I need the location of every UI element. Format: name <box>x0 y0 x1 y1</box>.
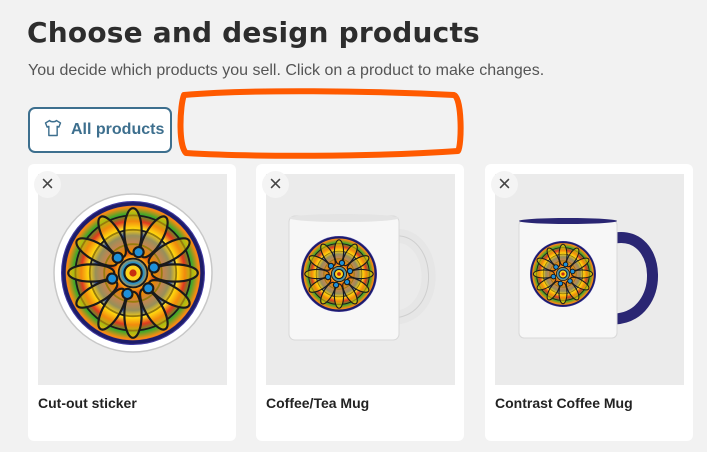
product-card[interactable]: Contrast Coffee Mug <box>485 164 693 441</box>
all-products-label: All products <box>71 121 165 138</box>
product-name: Cut-out sticker <box>38 395 137 411</box>
close-icon <box>42 176 53 194</box>
product-name: Contrast Coffee Mug <box>495 395 633 411</box>
tshirt-icon <box>43 118 63 143</box>
product-card[interactable]: Coffee/Tea Mug <box>256 164 464 441</box>
all-products-button[interactable]: All products <box>28 107 172 153</box>
remove-product-button[interactable] <box>262 171 289 198</box>
close-icon <box>499 176 510 194</box>
remove-product-button[interactable] <box>491 171 518 198</box>
annotation-highlight <box>177 88 464 159</box>
product-card[interactable]: Cut-out sticker <box>28 164 236 441</box>
remove-product-button[interactable] <box>34 171 61 198</box>
page-title: Choose and design products <box>27 16 480 49</box>
product-image[interactable] <box>266 174 455 385</box>
product-image[interactable] <box>495 174 684 385</box>
product-name: Coffee/Tea Mug <box>266 395 370 411</box>
product-image[interactable] <box>38 174 227 385</box>
page-subtitle: You decide which products you sell. Clic… <box>28 62 545 79</box>
close-icon <box>270 176 281 194</box>
